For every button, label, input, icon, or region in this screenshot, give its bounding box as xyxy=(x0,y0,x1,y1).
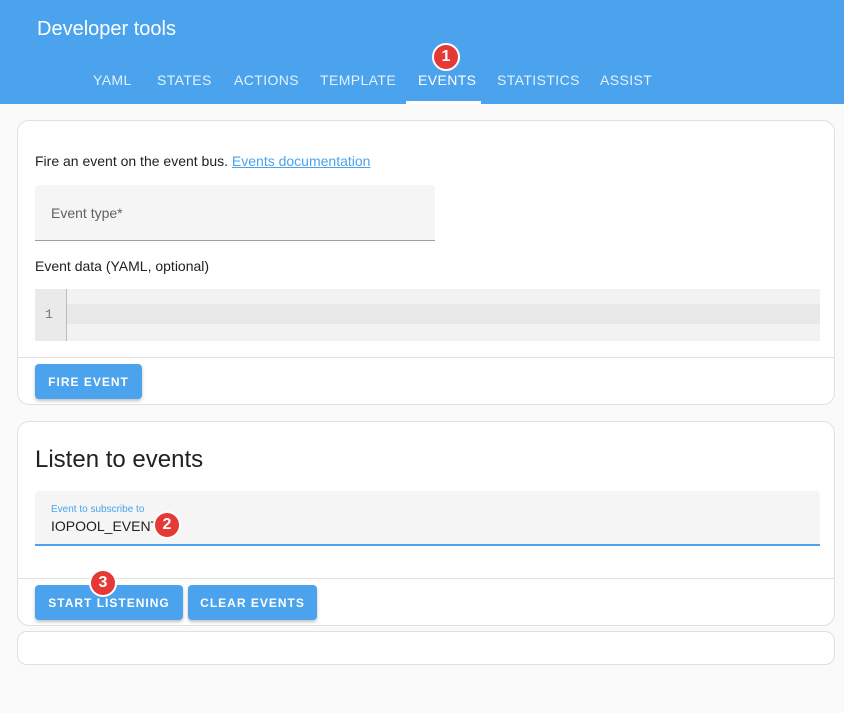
listen-card-title: Listen to events xyxy=(35,446,204,473)
editor-active-line xyxy=(67,304,820,324)
tab-template[interactable]: TEMPLATE xyxy=(320,72,396,88)
event-subscribe-text: IOPOOL_EVENT xyxy=(51,518,160,534)
events-documentation-link[interactable]: Events documentation xyxy=(232,153,371,169)
event-subscribe-value: IOPOOL_EVENT xyxy=(51,518,162,536)
annotation-badge-2: 2 xyxy=(153,511,181,539)
tab-assist[interactable]: ASSIST xyxy=(600,72,652,88)
listen-events-card: Listen to events Event to subscribe to I… xyxy=(17,421,835,626)
editor-gutter: 1 xyxy=(35,289,67,341)
card-divider xyxy=(18,578,834,579)
event-data-label: Event data (YAML, optional) xyxy=(35,258,210,274)
intro-text: Fire an event on the event bus. xyxy=(35,153,232,169)
events-list-card xyxy=(17,631,835,665)
fire-event-card: Fire an event on the event bus. Events d… xyxy=(17,120,835,405)
page-title: Developer tools xyxy=(37,18,176,40)
event-subscribe-field[interactable]: Event to subscribe to IOPOOL_EVENT xyxy=(35,491,820,546)
fire-event-intro: Fire an event on the event bus. Events d… xyxy=(35,153,370,169)
tab-events[interactable]: EVENTS xyxy=(418,72,476,88)
clear-events-button[interactable]: CLEAR EVENTS xyxy=(188,585,317,620)
tab-statistics[interactable]: STATISTICS xyxy=(497,72,580,88)
fire-event-button[interactable]: FIRE EVENT xyxy=(35,364,142,399)
tab-states[interactable]: STATES xyxy=(157,72,212,88)
line-number: 1 xyxy=(45,307,53,322)
event-type-field[interactable]: Event type* xyxy=(35,185,435,241)
event-subscribe-label: Event to subscribe to xyxy=(51,504,145,515)
tab-yaml[interactable]: YAML xyxy=(93,72,132,88)
active-tab-indicator xyxy=(406,101,481,104)
card-divider xyxy=(18,357,834,358)
annotation-badge-1: 1 xyxy=(432,43,460,71)
event-type-label: Event type* xyxy=(51,205,123,221)
annotation-badge-3: 3 xyxy=(89,569,117,597)
tab-actions[interactable]: ACTIONS xyxy=(234,72,299,88)
app-header: Developer tools YAML STATES ACTIONS TEMP… xyxy=(0,0,844,104)
event-data-editor[interactable]: 1 xyxy=(35,289,820,341)
